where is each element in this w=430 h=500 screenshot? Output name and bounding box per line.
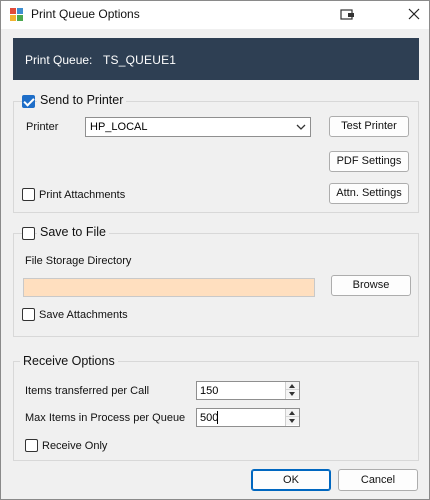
items-per-call-stepper[interactable]: 150 <box>196 381 300 400</box>
printer-app-icon <box>10 8 23 21</box>
max-items-decrement-button[interactable] <box>286 417 299 425</box>
file-storage-directory-input[interactable] <box>23 278 315 297</box>
close-icon[interactable] <box>407 7 421 21</box>
items-per-call-increment-button[interactable] <box>286 382 299 390</box>
print-attachments-label: Print Attachments <box>39 189 126 201</box>
receive-only-checkbox[interactable] <box>25 439 38 452</box>
print-attachments-checkbox[interactable] <box>22 188 35 201</box>
items-per-call-decrement-button[interactable] <box>286 390 299 398</box>
print-queue-label: Print Queue: <box>25 53 93 67</box>
max-items-increment-button[interactable] <box>286 409 299 417</box>
send-to-printer-title: Send to Printer <box>37 93 127 107</box>
cancel-button[interactable]: Cancel <box>338 469 418 491</box>
printer-combobox-value: HP_LOCAL <box>90 121 148 133</box>
file-storage-directory-label: File Storage Directory <box>25 255 132 267</box>
max-items-label: Max Items in Process per Queue <box>25 412 186 424</box>
text-caret <box>217 411 218 424</box>
pdf-settings-button[interactable]: PDF Settings <box>329 151 409 172</box>
printer-label: Printer <box>26 121 59 133</box>
save-attachments-label: Save Attachments <box>39 309 128 321</box>
print-queue-value: TS_QUEUE1 <box>103 53 177 67</box>
printer-combobox[interactable]: HP_LOCAL <box>85 117 311 137</box>
save-to-file-title: Save to File <box>37 225 110 239</box>
max-items-stepper[interactable]: 500 <box>196 408 300 427</box>
test-printer-button[interactable]: Test Printer <box>329 116 409 137</box>
max-items-value: 500 <box>200 412 219 424</box>
max-items-spin-buttons <box>285 409 299 426</box>
receive-only-label: Receive Only <box>42 440 108 452</box>
print-queue-banner: Print Queue: TS_QUEUE1 <box>13 38 419 80</box>
title-bar: Print Queue Options <box>1 1 429 29</box>
ok-button[interactable]: OK <box>251 469 331 491</box>
browse-button[interactable]: Browse <box>331 275 411 296</box>
send-to-printer-checkbox[interactable] <box>22 95 35 108</box>
items-per-call-spin-buttons <box>285 382 299 399</box>
items-per-call-label: Items transferred per Call <box>25 385 150 397</box>
attn-settings-button[interactable]: Attn. Settings <box>329 183 409 204</box>
chevron-down-icon <box>296 124 306 130</box>
save-attachments-checkbox[interactable] <box>22 308 35 321</box>
window-title: Print Queue Options <box>31 7 140 21</box>
items-per-call-value: 150 <box>200 385 219 397</box>
window-pin-icon[interactable] <box>340 8 356 22</box>
receive-options-title: Receive Options <box>20 354 118 368</box>
print-queue-options-dialog: Print Queue Options Print Queue: TS_QUEU… <box>0 0 430 500</box>
save-to-file-checkbox[interactable] <box>22 227 35 240</box>
